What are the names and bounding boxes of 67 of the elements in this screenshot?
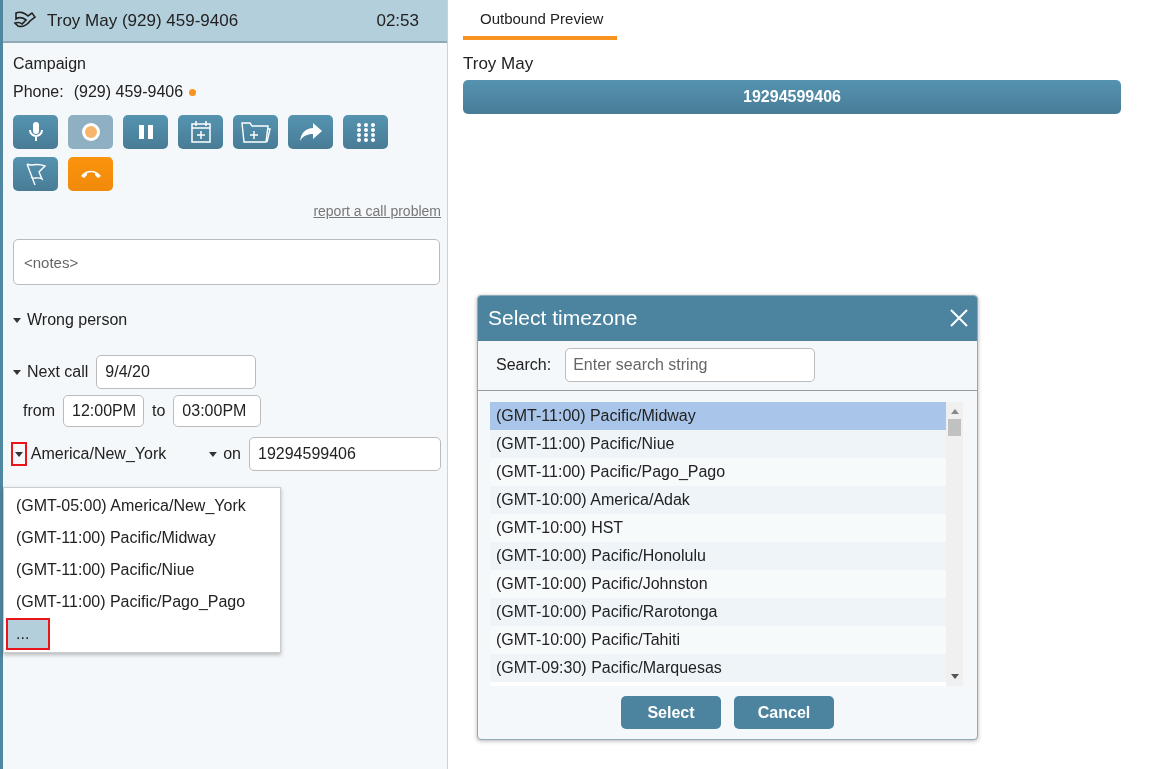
notes-field[interactable]: <notes> <box>13 239 440 285</box>
scroll-up-icon[interactable] <box>951 409 959 415</box>
scrollbar[interactable] <box>946 402 963 686</box>
timezone-list-item[interactable]: (GMT-10:00) HST <box>490 514 946 543</box>
flag-button[interactable] <box>13 157 58 191</box>
timezone-list-item[interactable]: (GMT-11:00) Pacific/Pago_Pago <box>490 458 946 487</box>
timezone-list-item[interactable]: (GMT-11:00) Pacific/Niue <box>490 430 946 459</box>
forward-arrow-icon <box>298 122 323 142</box>
timezone-list-item[interactable]: (GMT-11:00) Pacific/Midway <box>490 402 946 431</box>
keypad-button[interactable] <box>343 115 388 149</box>
pause-button[interactable] <box>123 115 168 149</box>
folder-plus-icon <box>240 121 271 143</box>
timezone-option[interactable]: (GMT-11:00) Pacific/Pago_Pago <box>6 586 278 618</box>
dialog-button[interactable]: Select <box>621 696 721 729</box>
phone-label: Phone: <box>13 83 64 101</box>
mic-button[interactable] <box>13 115 58 149</box>
timezone-option[interactable]: (GMT-11:00) Pacific/Midway <box>6 522 278 554</box>
caller-title: Troy May (929) 459-9406 <box>47 10 240 31</box>
dialog-button[interactable]: Cancel <box>734 696 834 729</box>
contact-name: Troy May <box>463 54 535 74</box>
to-label: to <box>152 402 166 420</box>
tab[interactable]: Outbound Preview <box>463 0 618 40</box>
calendar-plus-icon <box>189 120 212 144</box>
forward-button[interactable] <box>288 115 333 149</box>
timezone-list-item[interactable]: (GMT-10:00) Pacific/Tahiti <box>490 626 946 655</box>
timezone-list-item[interactable]: (GMT-09:30) Pacific/Marquesas <box>490 654 946 683</box>
keypad-icon <box>355 122 376 142</box>
timezone-option[interactable]: ... <box>6 618 50 650</box>
caret-icon <box>13 369 21 375</box>
call-timer: 02:53 <box>376 10 419 31</box>
timezone-option[interactable]: (GMT-05:00) America/New_York <box>6 490 278 522</box>
date-field[interactable]: 9/4/20 <box>96 355 257 389</box>
caret-icon <box>13 317 21 323</box>
timezone-list-item[interactable]: (GMT-10:00) America/Adak <box>490 486 946 515</box>
from-time-field[interactable]: 12:00PM <box>63 395 144 427</box>
campaign-label: Campaign <box>13 55 87 73</box>
hangup-button[interactable] <box>68 157 113 191</box>
microphone-icon <box>27 121 44 143</box>
disposition-toggle[interactable]: Wrong person <box>13 311 441 329</box>
status-dot <box>189 88 197 96</box>
scroll-thumb[interactable] <box>948 419 961 437</box>
timezone-list-item[interactable]: (GMT-10:00) Pacific/Rarotonga <box>490 598 946 627</box>
timezone-list-item[interactable]: (GMT-10:00) Pacific/Honolulu <box>490 542 946 571</box>
phone-number: (929) 459-9406 <box>73 83 184 101</box>
to-time-field[interactable]: 03:00PM <box>173 395 262 427</box>
on-label: on <box>223 445 241 463</box>
number-field[interactable]: 19294599406 <box>249 437 441 471</box>
calendar-button[interactable] <box>178 115 223 149</box>
folder-button[interactable] <box>233 115 278 149</box>
caret-icon <box>209 451 218 457</box>
scroll-down-icon[interactable] <box>951 674 959 679</box>
close-icon[interactable] <box>949 308 969 329</box>
search-field[interactable]: Enter search string <box>565 348 816 383</box>
next-call-label: Next call <box>27 363 89 381</box>
search-label: Search: <box>496 356 552 375</box>
timezone-option[interactable]: (GMT-11:00) Pacific/Niue <box>6 554 278 586</box>
hang-up-icon <box>79 169 102 179</box>
dial-number-button[interactable]: 19294599406 <box>463 80 1121 114</box>
report-problem-link[interactable]: report a call problem <box>313 203 441 219</box>
timezone-list-item[interactable]: (GMT-10:00) Pacific/Johnston <box>490 570 946 599</box>
from-label: from <box>23 402 55 420</box>
flag-icon <box>24 162 47 186</box>
record-icon <box>80 122 101 142</box>
timezone-value[interactable]: America/New_York <box>30 445 204 463</box>
pause-icon <box>137 124 154 140</box>
dialog-title: Select timezone <box>488 306 638 331</box>
dropdown-caret-icon[interactable] <box>13 444 25 464</box>
